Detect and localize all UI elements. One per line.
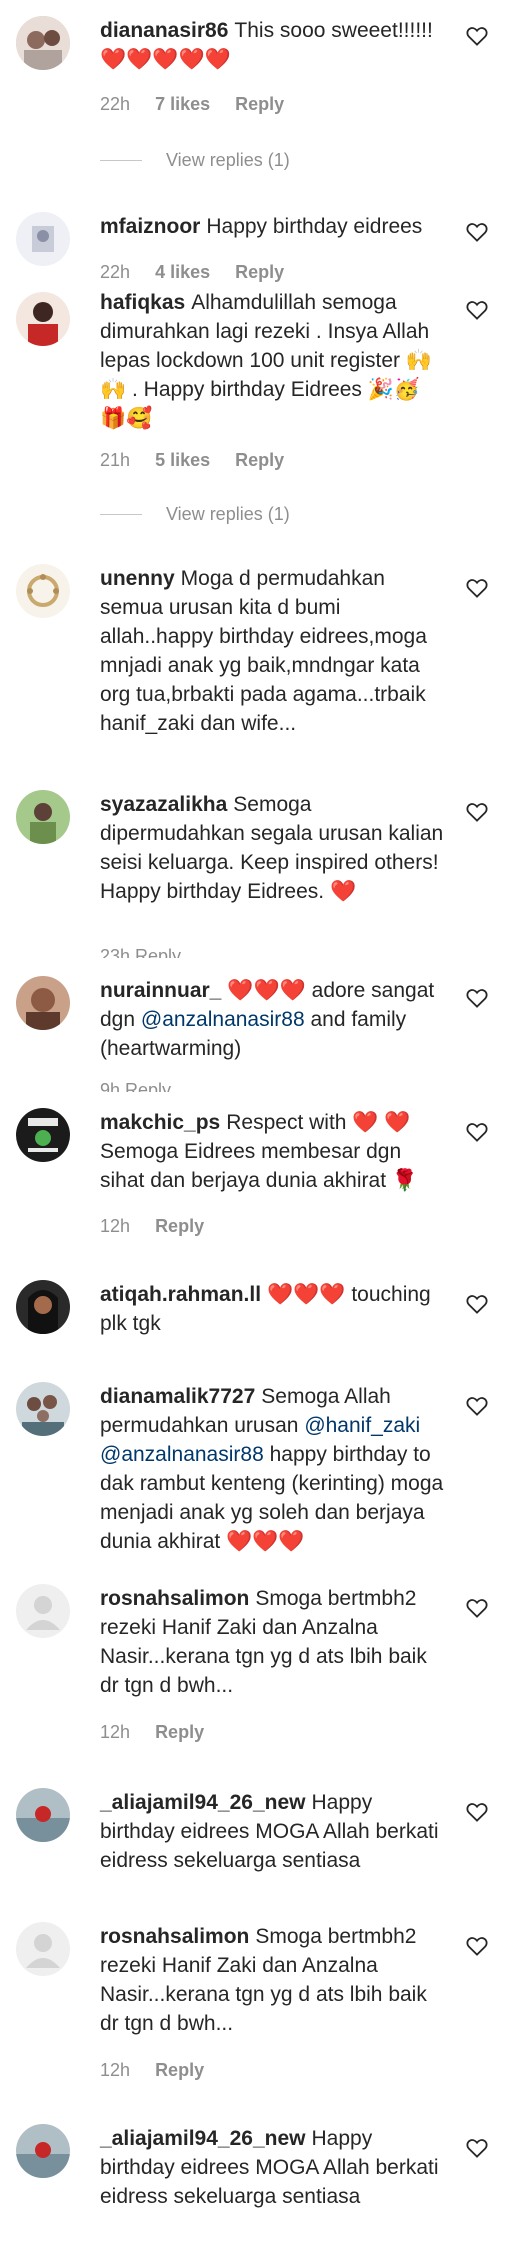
divider — [100, 514, 142, 515]
heart-outline-icon[interactable] — [466, 26, 496, 54]
reply-button[interactable]: Reply — [235, 262, 284, 282]
timestamp: 22h — [100, 262, 131, 282]
heart-outline-icon[interactable] — [466, 222, 496, 250]
username[interactable]: atiqah.rahman.ll — [100, 1283, 261, 1306]
comment-meta: 22h 7 likes Reply — [100, 94, 304, 115]
heart-outline-icon[interactable] — [466, 1294, 496, 1322]
avatar[interactable] — [16, 292, 70, 346]
avatar[interactable] — [16, 564, 70, 618]
username[interactable]: hafiqkas — [100, 291, 185, 314]
comments-feed: diananasir86 This sooo sweeet!!!!!! ❤️❤️❤… — [0, 0, 526, 2252]
comment-body: Happy birthday eidrees — [206, 215, 423, 238]
comment-item: nurainnuar_ ❤️❤️❤️ adore sangat dgn @anza… — [0, 976, 526, 1092]
view-replies-label: View replies (1) — [166, 504, 290, 524]
heart-outline-icon[interactable] — [466, 802, 496, 830]
likes-count[interactable]: 4 likes — [155, 262, 210, 282]
comment-text: atiqah.rahman.ll ❤️❤️❤️ touching plk tgk — [100, 1280, 445, 1338]
reply-button[interactable]: Reply — [235, 94, 284, 114]
comment-text: rosnahsalimon Smoga bertmbh2 rezeki Hanif… — [100, 1584, 445, 1700]
heart-outline-icon[interactable] — [466, 2138, 496, 2166]
comment-text: rosnahsalimon Smoga bertmbh2 rezeki Hanif… — [100, 1922, 445, 2038]
comment-item: syazazalikha Semoga dipermudahkan segala … — [0, 790, 526, 958]
heart-outline-icon[interactable] — [466, 1396, 496, 1424]
heart-outline-icon[interactable] — [466, 578, 496, 606]
username[interactable]: diananasir86 — [100, 19, 228, 42]
view-replies-button[interactable]: View replies (1) — [100, 150, 290, 171]
reply-button[interactable]: Reply — [155, 1216, 204, 1236]
username[interactable]: rosnahsalimon — [100, 1925, 249, 1948]
avatar[interactable] — [16, 1280, 70, 1334]
timestamp: 12h — [100, 1216, 131, 1236]
mention-link[interactable]: @hanif_zaki — [304, 1414, 420, 1437]
comment-text: makchic_ps Respect with ❤️ ❤️ Semoga Eidr… — [100, 1108, 445, 1195]
avatar[interactable] — [16, 1922, 70, 1976]
timestamp: 21h — [100, 450, 131, 470]
heart-outline-icon[interactable] — [466, 1802, 496, 1830]
username[interactable]: dianamalik7727 — [100, 1385, 255, 1408]
comment-text: diananasir86 This sooo sweeet!!!!!! ❤️❤️❤… — [100, 16, 445, 74]
heart-outline-icon[interactable] — [466, 300, 496, 328]
avatar[interactable] — [16, 1382, 70, 1436]
heart-outline-icon[interactable] — [466, 1598, 496, 1626]
likes-count[interactable]: 7 likes — [155, 94, 210, 114]
username[interactable]: nurainnuar_ — [100, 979, 221, 1002]
comment-text: nurainnuar_ ❤️❤️❤️ adore sangat dgn @anza… — [100, 976, 445, 1063]
reply-button[interactable]: Reply — [155, 2060, 204, 2080]
avatar[interactable] — [16, 1788, 70, 1842]
comment-body: Moga d permudahkan semua urusan kita d b… — [100, 567, 427, 735]
avatar[interactable] — [16, 1584, 70, 1638]
timestamp: 23h Reply — [100, 946, 182, 958]
timestamp: 12h — [100, 2060, 131, 2080]
comment-meta: 12h Reply — [100, 1216, 224, 1237]
avatar[interactable] — [16, 976, 70, 1030]
timestamp: 9h Reply — [100, 1080, 172, 1092]
comment-meta: 22h 4 likes Reply — [100, 262, 304, 283]
username[interactable]: _aliajamil94_26_new — [100, 1791, 305, 1814]
comment-meta: 12h Reply — [100, 2060, 224, 2081]
divider — [100, 160, 142, 161]
reply-button[interactable]: Reply — [235, 450, 284, 470]
comment-meta: 12h Reply — [100, 1722, 224, 1743]
comment-meta: 9h Reply — [100, 1080, 191, 1092]
view-replies-button[interactable]: View replies (1) — [100, 504, 290, 525]
comment-text: dianamalik7727 Semoga Allah permudahkan u… — [100, 1382, 445, 1556]
heart-outline-icon[interactable] — [466, 988, 496, 1016]
avatar[interactable] — [16, 212, 70, 266]
timestamp: 12h — [100, 1722, 131, 1742]
mention-link[interactable]: @anzalnanasir88 — [100, 1443, 264, 1466]
view-replies-label: View replies (1) — [166, 150, 290, 170]
avatar[interactable] — [16, 2124, 70, 2178]
username[interactable]: _aliajamil94_26_new — [100, 2127, 305, 2150]
comment-text: hafiqkas Alhamdulillah semoga dimurahkan … — [100, 288, 445, 433]
comment-meta: 21h 5 likes Reply — [100, 450, 304, 471]
username[interactable]: syazazalikha — [100, 793, 227, 816]
timestamp: 22h — [100, 94, 131, 114]
comment-text: unenny Moga d permudahkan semua urusan ki… — [100, 564, 445, 738]
mention-link[interactable]: @anzalnanasir88 — [141, 1008, 305, 1031]
avatar[interactable] — [16, 790, 70, 844]
username[interactable]: makchic_ps — [100, 1111, 220, 1134]
comment-text: mfaiznoor Happy birthday eidrees — [100, 212, 445, 241]
username[interactable]: mfaiznoor — [100, 215, 200, 238]
username[interactable]: unenny — [100, 567, 175, 590]
avatar[interactable] — [16, 1108, 70, 1162]
reply-button[interactable]: Reply — [155, 1722, 204, 1742]
username[interactable]: rosnahsalimon — [100, 1587, 249, 1610]
likes-count[interactable]: 5 likes — [155, 450, 210, 470]
comment-text: _aliajamil94_26_new Happy birthday eidree… — [100, 2124, 445, 2211]
comment-meta: 23h Reply — [100, 946, 201, 958]
avatar[interactable] — [16, 16, 70, 70]
comment-text: syazazalikha Semoga dipermudahkan segala … — [100, 790, 445, 906]
comment-text: _aliajamil94_26_new Happy birthday eidree… — [100, 1788, 445, 1875]
heart-outline-icon[interactable] — [466, 1122, 496, 1150]
heart-outline-icon[interactable] — [466, 1936, 496, 1964]
